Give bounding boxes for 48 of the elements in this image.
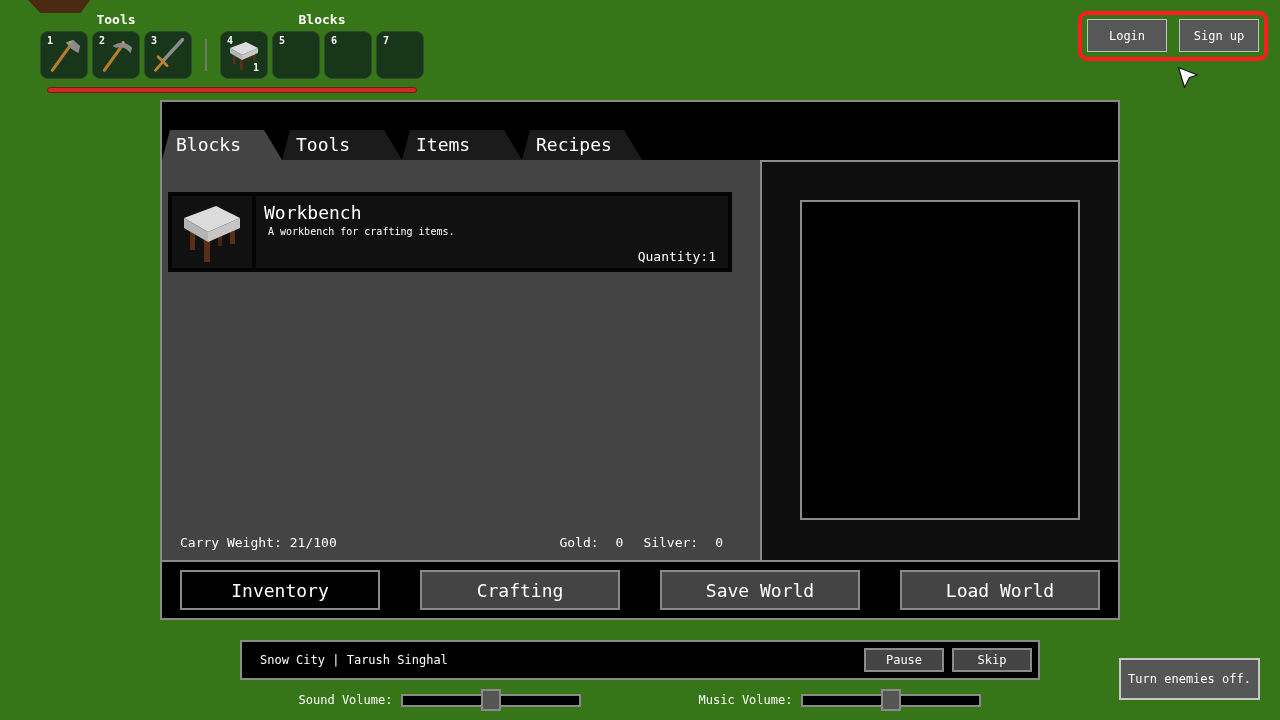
currency-value: 0 (615, 535, 624, 551)
slot-number: 5 (279, 35, 286, 47)
slot-number: 2 (99, 35, 106, 47)
item-quantity: Quantity:1 (637, 249, 716, 265)
volume-slider[interactable] (801, 689, 982, 711)
hotbar-slot[interactable]: 3 (144, 31, 192, 79)
item-description: A workbench for crafting items. (267, 225, 455, 239)
slot-number: 7 (383, 35, 390, 47)
tab[interactable]: Recipes (522, 130, 642, 160)
music-button[interactable]: Skip (952, 648, 1032, 672)
item-card[interactable]: Workbench A workbench for crafting items. Quantity:1 (168, 192, 732, 272)
slot-number: 1 (47, 35, 54, 47)
slot-number: 6 (331, 35, 338, 47)
slider-thumb[interactable] (481, 689, 502, 711)
enemies-toggle-button[interactable]: Turn enemies off. (1119, 658, 1260, 700)
tab[interactable]: Items (402, 130, 522, 160)
hotbar-slot[interactable]: 1 (40, 31, 88, 79)
hotbar-group-label: Tools (96, 12, 136, 28)
tab[interactable]: Tools (282, 130, 402, 160)
volume-label: Sound Volume: (298, 692, 393, 709)
auth-button[interactable]: Sign up (1179, 19, 1259, 52)
slider-thumb[interactable] (881, 689, 902, 711)
slot-number: 3 (151, 35, 158, 47)
item-name: Workbench (264, 202, 362, 224)
volume-slider[interactable] (401, 689, 582, 711)
auth-button[interactable]: Login (1087, 19, 1167, 52)
tab[interactable]: Blocks (162, 130, 282, 160)
currency-label: Silver: (643, 535, 699, 551)
currency-value: 0 (715, 535, 723, 551)
volume-label: Music Volume: (698, 692, 793, 709)
menu-button[interactable]: Crafting (420, 570, 620, 610)
menu-button[interactable]: Save World (660, 570, 860, 610)
hotbar-group-label: Blocks (298, 12, 346, 28)
hotbar-slot[interactable]: 4 1 (220, 31, 268, 79)
hotbar-slot[interactable]: 2 (92, 31, 140, 79)
hotbar-slot[interactable]: 7 (376, 31, 424, 79)
carry-weight-label: Carry Weight: (180, 535, 282, 551)
hotbar-slot[interactable]: 5 (272, 31, 320, 79)
music-button[interactable]: Pause (864, 648, 944, 672)
cursor-icon (1177, 66, 1199, 89)
menu-button[interactable]: Load World (900, 570, 1100, 610)
menu-button[interactable]: Inventory (180, 570, 380, 610)
carry-weight-value: 21/100 (289, 535, 337, 551)
currency-label: Gold: (559, 535, 599, 551)
slot-number: 4 (227, 35, 234, 47)
track-title: Snow City | Tarush Singhal (260, 652, 448, 669)
hotbar-slot[interactable]: 6 (324, 31, 372, 79)
item-count: 1 (252, 62, 259, 74)
